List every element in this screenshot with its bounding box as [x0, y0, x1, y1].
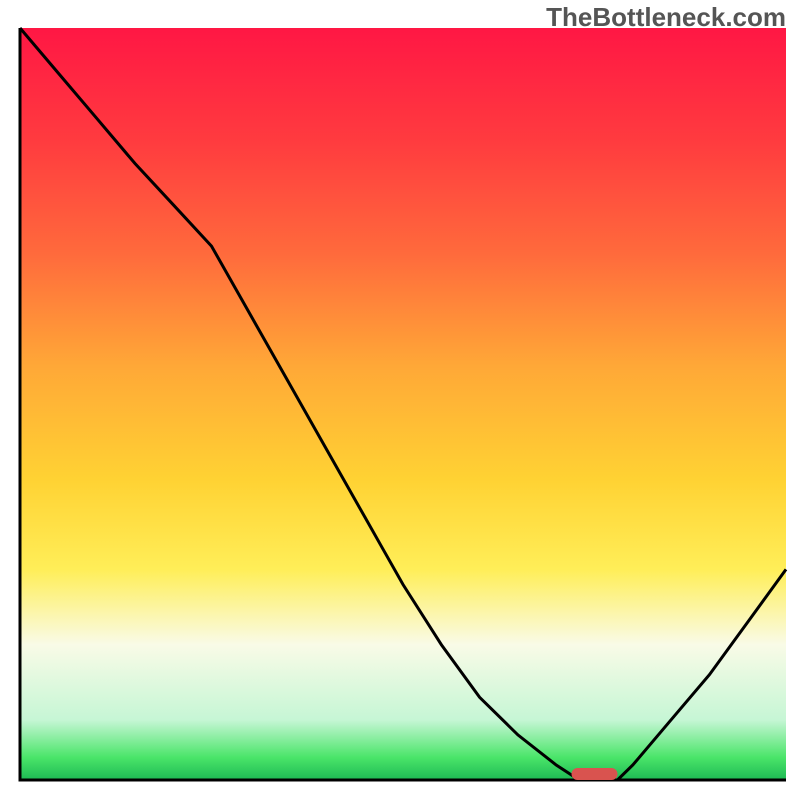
- plot-background: [20, 28, 786, 780]
- optimal-marker: [572, 768, 618, 780]
- bottleneck-chart: [0, 0, 800, 800]
- watermark-text: TheBottleneck.com: [546, 2, 786, 33]
- chart-container: TheBottleneck.com: [0, 0, 800, 800]
